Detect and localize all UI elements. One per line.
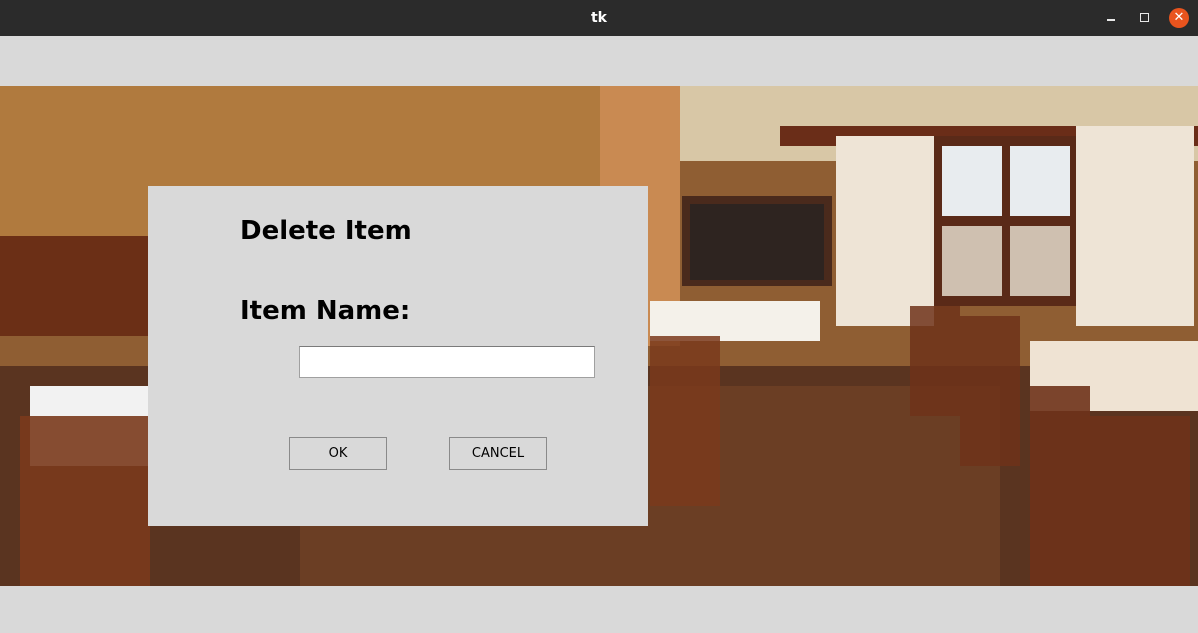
window-title: tk xyxy=(590,10,607,26)
maximize-icon[interactable] xyxy=(1135,8,1155,28)
item-name-label: Item Name: xyxy=(240,296,411,326)
minimize-icon[interactable] xyxy=(1101,8,1121,28)
close-icon[interactable]: ✕ xyxy=(1169,8,1189,28)
dialog-heading: Delete Item xyxy=(240,216,412,246)
ok-button[interactable]: OK xyxy=(289,437,387,470)
cancel-button[interactable]: CANCEL xyxy=(449,437,547,470)
title-bar: tk ✕ xyxy=(0,0,1198,36)
delete-item-dialog: Delete Item Item Name: OK CANCEL xyxy=(148,186,648,526)
item-name-input[interactable] xyxy=(299,346,595,378)
